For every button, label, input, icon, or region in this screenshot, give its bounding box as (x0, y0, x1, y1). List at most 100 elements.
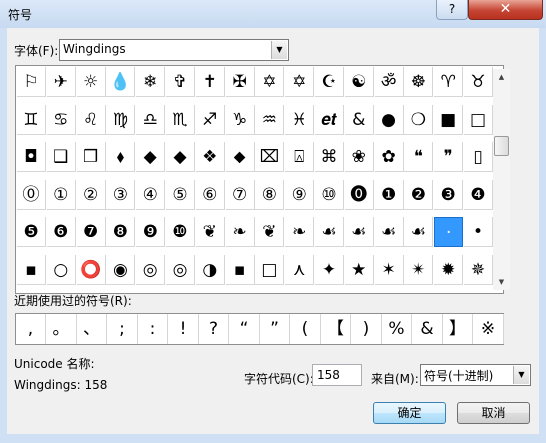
symbol-cell[interactable]: ☙ (344, 217, 374, 247)
symbol-cell[interactable]: ♒ (255, 104, 285, 135)
symbol-cell[interactable]: ❞ (434, 142, 464, 172)
font-select[interactable]: Wingdings ▼ (59, 39, 289, 61)
symbol-cell[interactable]: ❦ (255, 217, 285, 247)
symbol-cell[interactable]: ❶ (374, 179, 404, 210)
symbol-cell[interactable]: ✦ (315, 254, 344, 285)
symbol-cell[interactable]: ❼ (76, 217, 106, 247)
recent-symbol-cell[interactable]: & (413, 314, 443, 344)
symbol-cell[interactable]: ❽ (106, 217, 136, 247)
symbol-cell[interactable]: ❷ (404, 179, 434, 210)
symbol-grid-scrollbar[interactable]: ▲ ▼ (493, 69, 510, 290)
symbol-cell[interactable]: ④ (136, 179, 166, 210)
from-select[interactable]: 符号(十进制) ▼ (420, 364, 531, 386)
symbol-cell[interactable]: ❺ (17, 217, 46, 247)
symbol-cell[interactable]: ❹ (464, 179, 493, 210)
symbol-cell[interactable]: ♍ (106, 104, 136, 135)
chevron-down-icon[interactable]: ▼ (513, 366, 529, 384)
symbol-cell[interactable]: ♈ (434, 67, 464, 97)
symbol-cell[interactable]: ❻ (46, 217, 76, 247)
symbol-cell[interactable]: ☙ (404, 217, 434, 247)
symbol-cell[interactable]: ◆ (166, 142, 195, 172)
recent-symbol-cell[interactable]: 。 (47, 314, 77, 344)
symbol-cell[interactable]: ⑧ (255, 179, 285, 210)
symbol-cell[interactable]: 𝒆𝒕 (315, 104, 344, 135)
symbol-cell[interactable]: ⭕ (76, 254, 106, 285)
symbol-cell[interactable]: ✿ (374, 142, 404, 172)
symbol-cell[interactable]: ○ (46, 254, 76, 285)
symbol-cell[interactable]: ❾ (136, 217, 166, 247)
symbol-cell[interactable]: ♊ (17, 104, 46, 135)
symbol-cell[interactable]: ◑ (195, 254, 225, 285)
symbol-cell[interactable]: ❀ (344, 142, 374, 172)
symbol-cell[interactable]: ♉ (464, 67, 493, 97)
recent-symbol-cell[interactable]: ※ (474, 314, 504, 344)
symbol-cell[interactable]: ◎ (166, 254, 195, 285)
symbol-cell[interactable]: ⓪ (17, 179, 46, 210)
symbol-cell[interactable]: ⑥ (195, 179, 225, 210)
recent-symbol-cell[interactable]: , (16, 314, 46, 344)
recent-symbol-cell[interactable]: : (138, 314, 168, 344)
symbol-cell[interactable]: ❍ (404, 104, 434, 135)
symbol-cell[interactable]: ❄ (136, 67, 166, 97)
scroll-thumb[interactable] (494, 136, 509, 156)
symbol-cell[interactable]: ♋ (46, 104, 76, 135)
symbol-cell[interactable]: ♓ (285, 104, 315, 135)
symbol-cell[interactable]: □ (464, 104, 493, 135)
symbol-cell[interactable]: ☸ (404, 67, 434, 97)
symbol-grid[interactable]: ⚐ ✈ ☼ 💧 ❄ ✞ ✝ ✠ ✡ ✡ ☪ ☯ ॐ ☸ ♈ ♉ ♊ ♋ ♌ ♍ ♎ ♏ ♐ ♑ ♒ ♓ 𝒆𝒕 & ● ❍ ■ □ ◘ ❑ ❒ ⬧ ◆ ◆ ❖… (15, 65, 504, 294)
symbol-cell[interactable]: ⓿ (344, 179, 374, 210)
symbol-cell[interactable]: ⋏ (285, 254, 315, 285)
symbol-cell[interactable]: ◉ (106, 254, 136, 285)
symbol-cell[interactable]: ✴ (404, 254, 434, 285)
chevron-down-icon[interactable]: ▼ (271, 41, 287, 59)
symbol-cell[interactable]: ❝ (404, 142, 434, 172)
symbol-cell[interactable]: ⚐ (17, 67, 46, 97)
symbol-cell[interactable]: ♎ (136, 104, 166, 135)
symbol-cell[interactable]: ◘ (17, 142, 46, 172)
symbol-cell[interactable]: ⑨ (285, 179, 315, 210)
char-code-input[interactable]: 158 (312, 364, 362, 386)
scroll-up-icon[interactable]: ▲ (493, 69, 510, 85)
close-button[interactable]: ✕ (468, 0, 543, 20)
symbol-cell[interactable]: ♏ (166, 104, 195, 135)
symbol-cell[interactable]: ♌ (76, 104, 106, 135)
symbol-cell[interactable]: ③ (106, 179, 136, 210)
symbol-cell[interactable]: ✝ (195, 67, 225, 97)
symbol-cell[interactable]: ⌧ (255, 142, 285, 172)
recent-symbol-cell[interactable]: ” (260, 314, 290, 344)
scroll-down-icon[interactable]: ▼ (493, 274, 510, 290)
symbol-cell[interactable]: ▪ (225, 254, 255, 285)
symbol-cell[interactable]: ① (46, 179, 76, 210)
recent-symbol-cell[interactable]: 、 (77, 314, 107, 344)
recent-symbol-cell[interactable]: “ (230, 314, 260, 344)
symbol-cell[interactable]: ⍓ (285, 142, 315, 172)
symbol-cell[interactable]: ❧ (285, 217, 315, 247)
symbol-cell[interactable]: ⬧ (106, 142, 136, 172)
symbol-cell[interactable]: ✵ (464, 254, 493, 285)
symbol-cell[interactable]: · (434, 217, 464, 247)
symbol-cell[interactable]: ❒ (76, 142, 106, 172)
symbol-cell[interactable]: ② (76, 179, 106, 210)
ok-button[interactable]: 确定 (373, 402, 446, 424)
symbol-cell[interactable]: ❑ (46, 142, 76, 172)
recent-symbol-cell[interactable]: 】 (443, 314, 473, 344)
symbol-cell[interactable]: 💧 (106, 67, 136, 97)
symbol-cell[interactable]: ♐ (195, 104, 225, 135)
symbol-cell[interactable]: ☯ (344, 67, 374, 97)
symbol-cell[interactable]: • (464, 217, 493, 247)
symbol-cell[interactable]: ☙ (315, 217, 344, 247)
symbol-cell[interactable]: ▯ (464, 142, 493, 172)
symbol-cell[interactable]: ❦ (195, 217, 225, 247)
symbol-cell[interactable]: ❖ (195, 142, 225, 172)
recent-symbols-bar[interactable]: ,。、;:!? “”(【)% &】 ※ (15, 313, 504, 345)
symbol-cell[interactable]: ★ (344, 254, 374, 285)
symbol-cell[interactable]: ⬥ (225, 142, 255, 172)
symbol-cell[interactable]: ✈ (46, 67, 76, 97)
symbol-cell[interactable]: □ (255, 254, 285, 285)
symbol-cell[interactable]: ⑤ (166, 179, 195, 210)
symbol-cell[interactable]: ⑩ (315, 179, 344, 210)
recent-symbol-cell[interactable]: ! (169, 314, 199, 344)
symbol-cell[interactable]: ⑦ (225, 179, 255, 210)
recent-symbol-cell[interactable]: ) (352, 314, 382, 344)
symbol-cell[interactable]: ❿ (166, 217, 195, 247)
